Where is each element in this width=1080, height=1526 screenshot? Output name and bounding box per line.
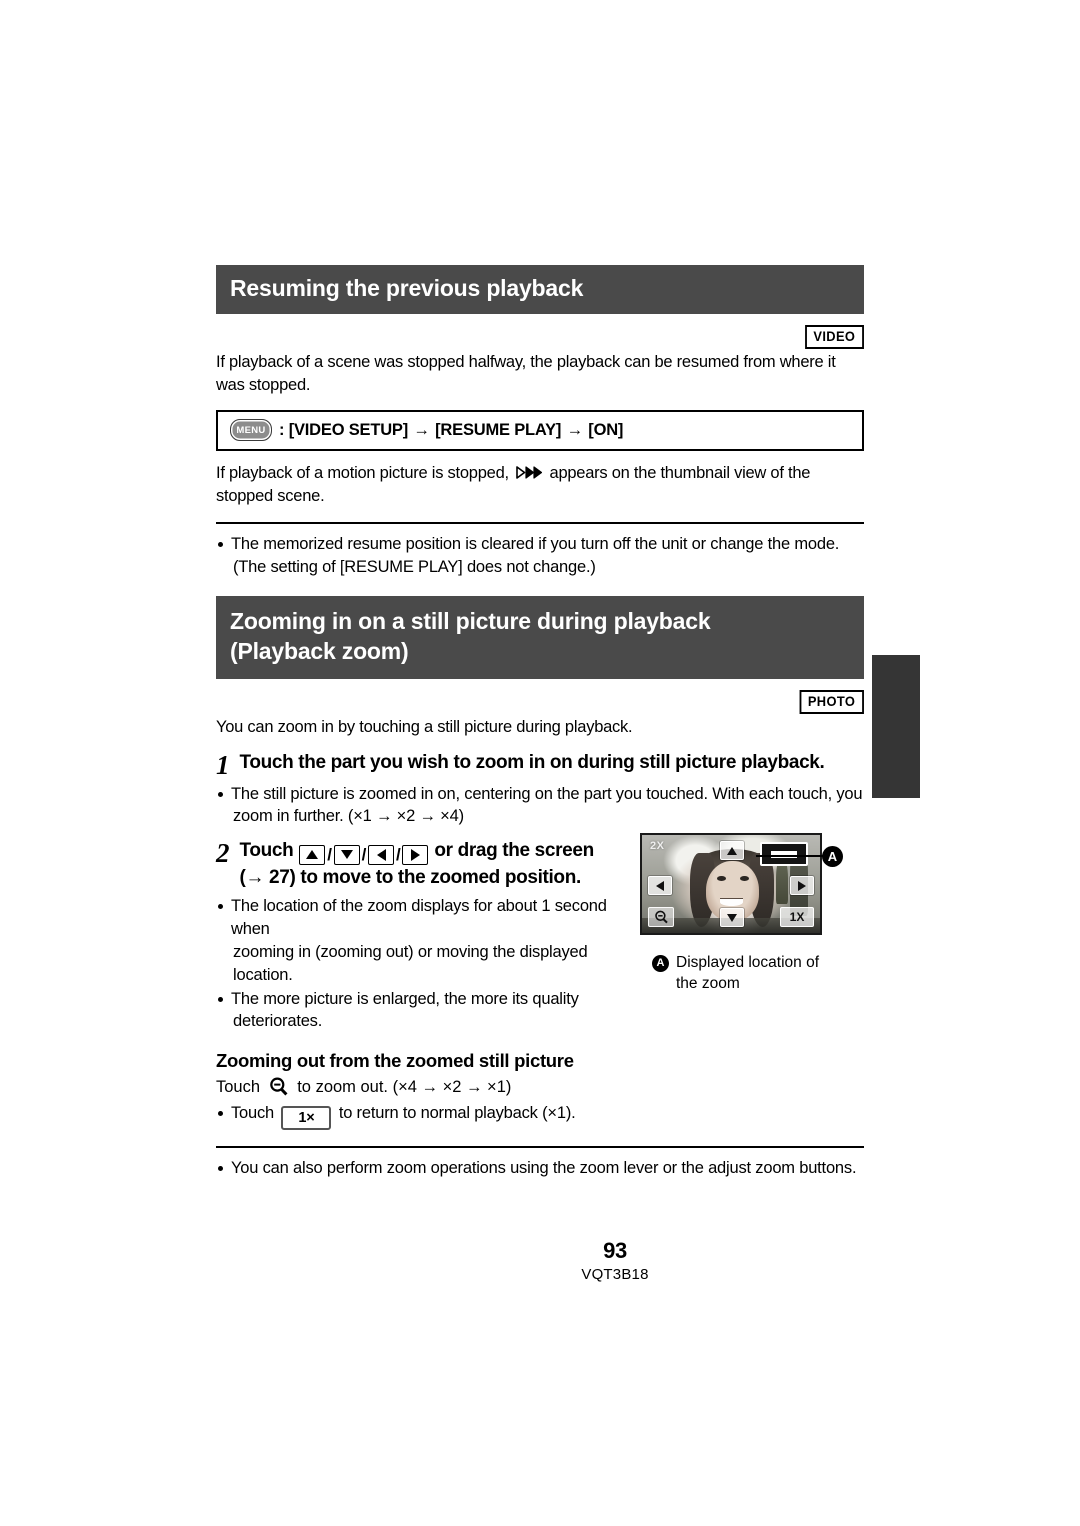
list-item: The more picture is enlarged, the more i…	[216, 988, 636, 1034]
direction-key-group: / / /	[298, 844, 429, 866]
screen-arrow-left-button[interactable]	[648, 876, 672, 896]
menu-arrow-2: →	[566, 420, 584, 439]
zoom-out-bullets: Touch 1× to return to normal playback (×…	[216, 1102, 864, 1131]
playback-zoom-illustration: 2X 1X A A Displayed location of the zoom	[636, 833, 864, 994]
caption-line-1: Displayed location of	[676, 954, 820, 972]
zoom-out-text-before: Touch	[216, 1078, 261, 1097]
video-badge: VIDEO	[805, 324, 864, 350]
section-title-line-2: (Playback zoom)	[230, 637, 409, 664]
screen-reset-zoom-button[interactable]: 1X	[780, 907, 814, 928]
bullet-text-after: to return to normal playback (×1).	[338, 1104, 576, 1123]
screen-zoom-out-button[interactable]	[648, 907, 674, 928]
step-2-text: Touch / / / or drag the screen (→ 27) to…	[239, 839, 595, 890]
document-code: VQT3B18	[581, 1266, 649, 1283]
menu-icon: MENU	[230, 419, 272, 442]
bullet-text-cont: deteriorates.	[233, 1012, 323, 1031]
zoom-out-instruction: Touch to zoom out. (×4 → ×2 → ×1)	[216, 1076, 864, 1099]
list-item: The memorized resume position is cleared…	[216, 533, 864, 579]
step-1: 1 Touch the part you wish to zoom in on …	[216, 751, 864, 779]
page-number: 93	[603, 1238, 627, 1263]
screen-arrow-down-button[interactable]	[720, 908, 744, 928]
step-2-row: 2 Touch / / / or drag the screen (→ 27) …	[216, 829, 864, 1034]
arrow-right-icon	[402, 844, 429, 865]
divider-1	[216, 522, 864, 525]
step-2-text-before: Touch	[239, 840, 294, 862]
bullet-text: The still picture is zoomed in on, cente…	[231, 784, 863, 803]
key-separator: /	[396, 844, 401, 864]
manual-page: Resuming the previous playback VIDEO If …	[0, 0, 1080, 1526]
caption-text: Displayed location of the zoom	[676, 953, 819, 994]
page-content: Resuming the previous playback VIDEO If …	[216, 265, 864, 1181]
step-1-bullets: The still picture is zoomed in on, cente…	[216, 783, 864, 829]
menu-item-2: [RESUME PLAY]	[435, 420, 562, 439]
list-item: The still picture is zoomed in on, cente…	[216, 783, 864, 829]
step-2-text-after: or drag the screen	[434, 840, 594, 862]
menu-path-box: MENU : [VIDEO SETUP] → [RESUME PLAY] → […	[216, 410, 864, 452]
section2-intro: You can zoom in by touching a still pict…	[216, 717, 633, 736]
section1-note-before: If playback of a motion picture is stopp…	[216, 464, 509, 483]
step-2-column: 2 Touch / / / or drag the screen (→ 27) …	[216, 829, 636, 1034]
one-x-button-icon: 1×	[281, 1106, 332, 1131]
resume-playback-icon	[516, 466, 543, 479]
key-separator: /	[327, 844, 332, 864]
bullet-text-cont: zoom in further. (×1 → ×2 → ×4)	[233, 807, 464, 826]
section-title-line-1: Zooming in on a still picture during pla…	[230, 607, 711, 634]
bullet-text-cont: zooming in (zooming out) or moving the d…	[233, 942, 588, 984]
zoom-out-magnifier-icon	[269, 1077, 289, 1096]
menu-prefix: :	[279, 420, 285, 439]
list-item: Touch 1× to return to normal playback (×…	[216, 1102, 864, 1131]
section1-intro: If playback of a scene was stopped halfw…	[216, 352, 836, 394]
photo-mouth	[720, 897, 744, 906]
step-1-text: Touch the part you wish to zoom in on du…	[239, 751, 825, 773]
step-2-text-line-2: (→ 27) to move to the zoomed position.	[239, 866, 582, 888]
menu-item-3: [ON]	[588, 420, 624, 439]
menu-item-1: [VIDEO SETUP]	[288, 420, 409, 439]
section1-note: If playback of a motion picture is stopp…	[216, 462, 864, 508]
badge-row-video: VIDEO	[216, 324, 864, 351]
screen-zoom-level-label: 2X	[650, 840, 665, 853]
page-footer: 93 VQT3B18	[0, 1238, 1080, 1283]
final-bullet-list: You can also perform zoom operations usi…	[216, 1157, 864, 1180]
bullet-text-before: Touch	[231, 1104, 275, 1123]
zoom-out-text-after: to zoom out. (×4 → ×2 → ×1)	[297, 1078, 512, 1097]
step-1-number: 1	[216, 749, 230, 780]
section1-bullet-list: The memorized resume position is cleared…	[216, 533, 864, 579]
list-item: You can also perform zoom operations usi…	[216, 1157, 864, 1180]
bullet-text: The location of the zoom displays for ab…	[231, 897, 607, 939]
screen-arrow-up-button[interactable]	[720, 841, 744, 861]
illustration-caption: A Displayed location of the zoom	[652, 953, 864, 994]
section-header-playback-zoom: Zooming in on a still picture during pla…	[216, 595, 864, 679]
step-2-bullets: The location of the zoom displays for ab…	[216, 895, 636, 1033]
arrow-down-icon	[333, 844, 360, 865]
zoom-location-indicator	[760, 842, 808, 867]
arrow-up-icon	[299, 844, 326, 865]
step-2: 2 Touch / / / or drag the screen (→ 27) …	[216, 839, 636, 890]
camera-screen-preview: 2X 1X	[640, 833, 822, 936]
menu-arrow-1: →	[413, 420, 430, 439]
bullet-text: The memorized resume position is cleared…	[231, 535, 840, 554]
bullet-text-cont: (The setting of [RESUME PLAY] does not c…	[233, 558, 596, 577]
badge-row-photo: PHOTO	[216, 689, 864, 716]
chapter-thumb-tab	[872, 655, 920, 798]
divider-2	[216, 1146, 864, 1149]
key-separator: /	[361, 844, 367, 864]
arrow-left-icon	[368, 844, 395, 865]
callout-marker-a: A	[822, 846, 843, 868]
menu-path-text: : [VIDEO SETUP] → [RESUME PLAY] → [ON]	[279, 421, 623, 440]
subsection-title-zooming-out: Zooming out from the zoomed still pictur…	[216, 1050, 574, 1072]
bullet-text: You can also perform zoom operations usi…	[231, 1159, 857, 1178]
photo-badge: PHOTO	[800, 689, 864, 715]
caption-line-2: the zoom	[676, 974, 740, 992]
illustration-column: 2X 1X A A Displayed location of the zoom	[636, 829, 864, 994]
screen-arrow-right-button[interactable]	[790, 876, 814, 896]
section-title: Resuming the previous playback	[230, 275, 584, 301]
bullet-text: The more picture is enlarged, the more i…	[231, 989, 579, 1008]
step-2-number: 2	[216, 838, 230, 869]
caption-marker-a: A	[652, 955, 669, 973]
callout-leader-line	[756, 855, 824, 858]
list-item: The location of the zoom displays for ab…	[216, 895, 636, 986]
section-header-resuming-playback: Resuming the previous playback	[216, 265, 864, 314]
